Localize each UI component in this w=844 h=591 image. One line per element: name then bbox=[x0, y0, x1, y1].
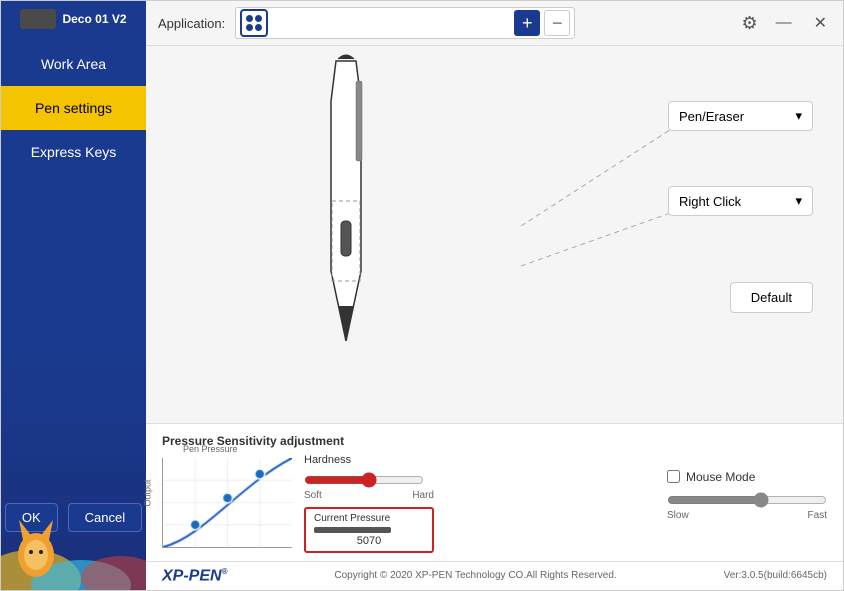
dot1 bbox=[246, 15, 253, 22]
sidebar-item-work-area[interactable]: Work Area bbox=[1, 42, 146, 86]
main-content: Application: + − ⚙ — ✕ bbox=[146, 1, 843, 590]
current-pressure-label: Current Pressure bbox=[314, 513, 424, 524]
sidebar: Deco 01 V2 Work Area Pen settings Expres… bbox=[1, 1, 146, 590]
app-box: + − bbox=[235, 7, 575, 39]
current-pressure-box: Current Pressure 5070 bbox=[304, 507, 434, 553]
device-label: Deco 01 V2 bbox=[62, 12, 126, 26]
hardness-slider-container: Soft Hard bbox=[304, 472, 434, 501]
right-click-dropdown-container: Right Click ▾ bbox=[668, 186, 813, 216]
hardness-row: Hardness bbox=[304, 454, 434, 466]
mouse-mode-label: Mouse Mode bbox=[686, 470, 755, 484]
footer: XP-PEN® Copyright © 2020 XP-PEN Technolo… bbox=[146, 561, 843, 590]
title-bar-right: ⚙ — ✕ bbox=[741, 11, 831, 35]
pressure-section: Output Pen Pressure Hardness bbox=[162, 454, 647, 553]
title-bar-left: Application: + − bbox=[158, 7, 575, 39]
device-icon bbox=[20, 9, 56, 29]
minimize-button[interactable]: — bbox=[772, 12, 796, 34]
sidebar-item-express-keys[interactable]: Express Keys bbox=[1, 130, 146, 174]
copyright-text: Copyright © 2020 XP-PEN Technology CO.Al… bbox=[334, 570, 616, 581]
application-label: Application: bbox=[158, 16, 225, 31]
device-header: Deco 01 V2 bbox=[1, 1, 146, 37]
pressure-canvas[interactable] bbox=[163, 458, 292, 547]
chevron-down-icon: ▾ bbox=[795, 108, 802, 124]
default-button[interactable]: Default bbox=[730, 282, 813, 313]
chevron-down-icon2: ▾ bbox=[795, 193, 802, 209]
settings-icon[interactable]: ⚙ bbox=[741, 13, 757, 34]
pressure-section-title: Pressure Sensitivity adjustment bbox=[162, 434, 827, 448]
hardness-label: Hardness bbox=[304, 454, 351, 466]
xppen-logo: XP-PEN® bbox=[162, 567, 227, 585]
pen-area: Pen/Eraser ▾ Right Click ▾ Default bbox=[146, 46, 843, 423]
dot2 bbox=[255, 15, 262, 22]
close-button[interactable]: ✕ bbox=[810, 11, 831, 35]
speed-labels: Slow Fast bbox=[667, 510, 827, 521]
title-bar: Application: + − ⚙ — ✕ bbox=[146, 1, 843, 46]
remove-app-button[interactable]: − bbox=[544, 10, 570, 36]
pressure-panel: Pressure Sensitivity adjustment Output P… bbox=[146, 423, 843, 561]
dot3 bbox=[246, 24, 253, 31]
hardness-slider[interactable] bbox=[304, 472, 424, 488]
add-app-button[interactable]: + bbox=[514, 10, 540, 36]
hardness-slider-labels: Soft Hard bbox=[304, 490, 434, 501]
speed-slider-row: Slow Fast bbox=[667, 492, 827, 521]
current-pressure-value: 5070 bbox=[314, 535, 424, 547]
mouse-mode-row: Mouse Mode bbox=[667, 470, 827, 484]
pen-pressure-label: Pen Pressure bbox=[183, 444, 238, 454]
pressure-graph: Pen Pressure bbox=[162, 458, 292, 548]
pressure-graph-area: Output Pen Pressure Hardness bbox=[162, 454, 647, 553]
version-text: Ver:3.0.5(build:6645cb) bbox=[724, 570, 827, 581]
pen-eraser-dropdown[interactable]: Pen/Eraser ▾ bbox=[668, 101, 813, 131]
output-label: Output bbox=[143, 479, 153, 506]
mouse-mode-checkbox[interactable] bbox=[667, 470, 680, 483]
bottom-panel-inner: Output Pen Pressure Hardness bbox=[162, 454, 827, 553]
right-click-dropdown[interactable]: Right Click ▾ bbox=[668, 186, 813, 216]
graph-wrapper: Output Pen Pressure bbox=[162, 458, 292, 553]
dot4 bbox=[255, 24, 262, 31]
speed-slider[interactable] bbox=[667, 492, 827, 508]
pen-diagram bbox=[306, 51, 386, 346]
sidebar-item-pen-settings[interactable]: Pen settings bbox=[1, 86, 146, 130]
app-icon bbox=[240, 9, 268, 37]
mouse-mode-section: Mouse Mode Slow Fast bbox=[667, 454, 827, 521]
sidebar-nav: Work Area Pen settings Express Keys bbox=[1, 42, 146, 174]
current-pressure-bar bbox=[314, 527, 391, 533]
pen-eraser-dropdown-container: Pen/Eraser ▾ bbox=[668, 101, 813, 131]
pressure-controls: Hardness Soft Hard Current Pressure bbox=[304, 454, 434, 553]
mascot-area bbox=[1, 510, 146, 590]
